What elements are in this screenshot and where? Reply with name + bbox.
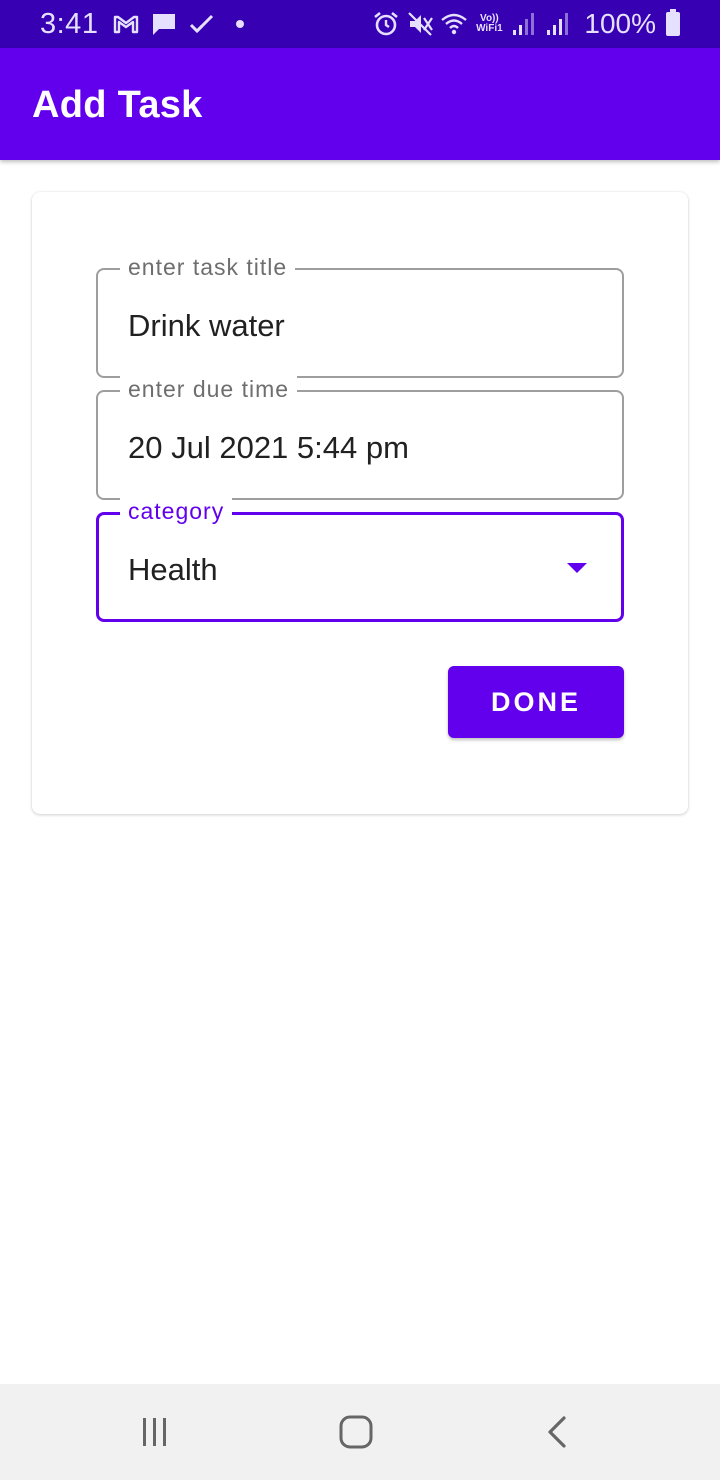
battery-icon <box>666 9 680 36</box>
message-icon <box>150 10 178 38</box>
due-time-input[interactable]: 20 Jul 2021 5:44 pm <box>128 430 409 466</box>
battery-percent: 100% <box>584 8 656 39</box>
vowifi-line2: WiFi1 <box>476 23 503 34</box>
done-button[interactable]: DONE <box>448 666 624 738</box>
mute-icon <box>406 10 434 38</box>
signal-icon <box>544 10 572 38</box>
dropdown-arrow-icon[interactable] <box>567 563 587 573</box>
task-title-field[interactable]: enter task title Drink water <box>96 254 624 378</box>
task-title-input[interactable]: Drink water <box>128 308 285 344</box>
dot-icon <box>236 20 244 28</box>
status-bar: 3:41 Vo)) WiFi1 100% <box>0 0 720 48</box>
due-time-label: enter due time <box>120 376 298 403</box>
task-title-label: enter task title <box>120 254 296 281</box>
signal-icon <box>510 10 538 38</box>
alarm-icon <box>372 10 400 38</box>
back-icon[interactable] <box>538 1412 578 1452</box>
category-value[interactable]: Health <box>128 552 218 588</box>
home-icon[interactable] <box>336 1412 376 1452</box>
status-notification-icons <box>112 10 244 38</box>
category-label: category <box>120 498 233 525</box>
page-title: Add Task <box>32 84 203 126</box>
gmail-icon <box>112 10 140 38</box>
app-bar: Add Task <box>0 48 720 160</box>
status-system-icons: Vo)) WiFi1 100% <box>372 8 680 40</box>
vowifi-icon: Vo)) WiFi1 <box>474 14 504 34</box>
category-dropdown[interactable]: category Health <box>96 498 624 622</box>
navigation-bar <box>0 1384 720 1480</box>
wifi-icon <box>440 10 468 38</box>
add-task-card: enter task title Drink water enter due t… <box>32 192 688 814</box>
due-time-field[interactable]: enter due time 20 Jul 2021 5:44 pm <box>96 376 624 500</box>
status-time: 3:41 <box>40 8 99 40</box>
recents-icon[interactable] <box>135 1412 175 1452</box>
check-icon <box>188 10 216 38</box>
